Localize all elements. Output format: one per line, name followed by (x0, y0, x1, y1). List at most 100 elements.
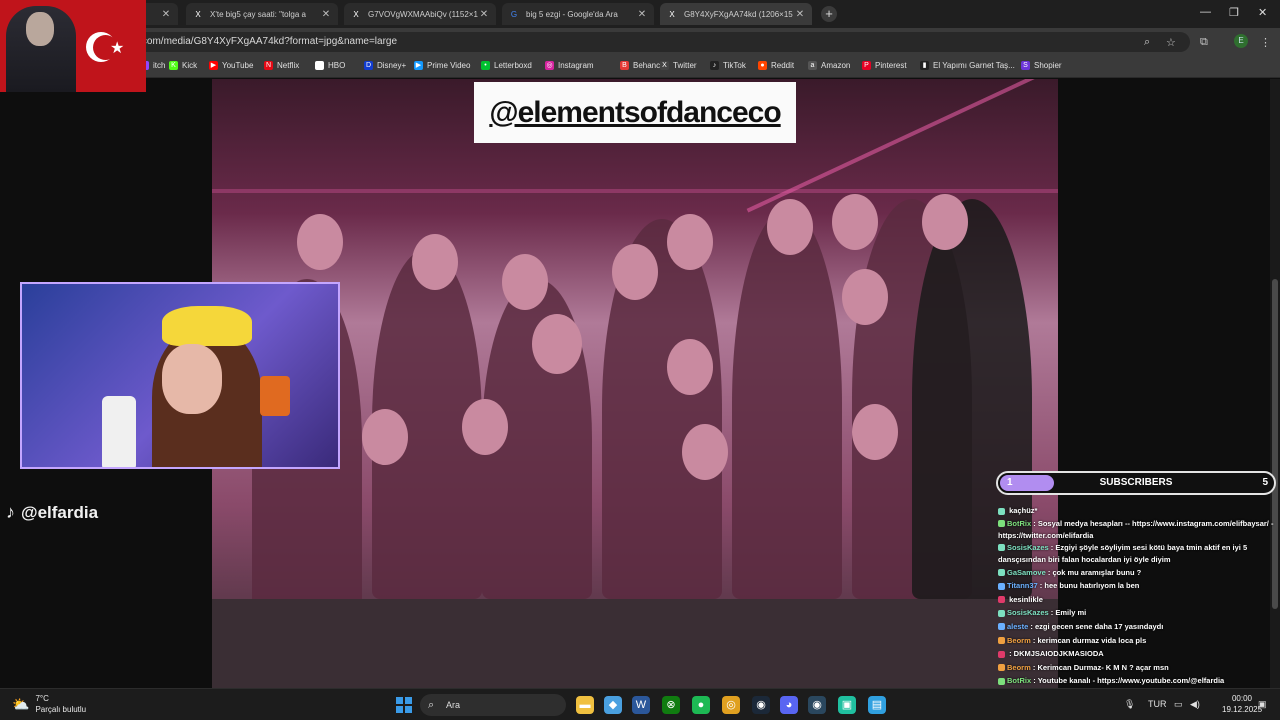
mic-icon[interactable]: 🎙 (1124, 699, 1135, 710)
bookmark-item[interactable]: K Kick (169, 61, 197, 70)
tab-close-icon[interactable]: ✕ (478, 9, 490, 20)
bookmark-item[interactable]: ♪ TikTok (710, 61, 746, 70)
tab-title: big 5 ezgi - Google'da Ara (526, 9, 618, 19)
network-icon[interactable]: ▭ (1174, 699, 1183, 710)
bookmark-label: Twitter (673, 61, 697, 70)
volume-icon[interactable]: ◀) (1190, 699, 1200, 710)
bookmark-favicon-icon: N (264, 61, 273, 70)
weather-desc: Parçalı bulutlu (35, 705, 87, 714)
copilot-icon[interactable]: ◆ (604, 696, 622, 714)
chat-badge-icon (998, 650, 1005, 658)
subscribers-goal-bar: 1 SUBSCRIBERS 5 (996, 471, 1276, 495)
bookmark-label: TikTok (723, 61, 746, 70)
bookmark-item[interactable]: P Pinterest (862, 61, 907, 70)
zoom-icon[interactable]: ⌕ (1144, 36, 1150, 49)
person (732, 209, 842, 599)
xbox-icon[interactable]: ⊗ (662, 696, 680, 714)
menu-icon[interactable]: ⋮ (1260, 36, 1271, 49)
minimize-button[interactable]: — (1200, 6, 1211, 18)
face (682, 424, 728, 480)
notepad-icon[interactable]: ▤ (868, 696, 886, 714)
tab-title: G8Y4XyFXgAA74kd (1206×15 (684, 9, 793, 19)
word-icon[interactable]: W (632, 696, 650, 714)
bookmark-item[interactable]: B Behance (620, 61, 665, 70)
weather-widget[interactable]: ⛅ 7°C Parçalı bulutlu (12, 693, 86, 715)
tab-close-icon[interactable]: ✕ (794, 9, 806, 20)
extensions-icon[interactable]: ⧉ (1200, 36, 1208, 49)
face (667, 214, 713, 270)
tiktok-icon: ♪ (6, 502, 15, 522)
bookmark-item[interactable]: ◉ HBO (315, 61, 345, 70)
chat-username: SosisKazes (1007, 542, 1049, 552)
bookmark-favicon-icon: S (1021, 61, 1030, 70)
microphone (260, 376, 290, 416)
maximize-button[interactable]: ❐ (1229, 6, 1239, 19)
portrait-face (26, 12, 54, 46)
bookmark-item[interactable]: ▶ Prime Video (414, 61, 470, 70)
file-explorer-icon[interactable]: ▬ (576, 696, 594, 714)
ceiling-truss (212, 189, 1058, 193)
bookmark-label: Prime Video (427, 61, 471, 70)
face (502, 254, 548, 310)
bookmark-label: El Yapımı Garnet Taş... (933, 61, 1015, 70)
bookmark-item[interactable]: ▶ YouTube (209, 61, 253, 70)
address-bar[interactable]: ng.com/media/G8Y4XyFXgAA74kd?format=jpg&… (118, 32, 1190, 52)
steam2-icon[interactable]: ◉ (808, 696, 826, 714)
bookmark-item[interactable]: a Amazon (808, 61, 850, 70)
chat-text: : hee bunu hatırlıyom la ben (1039, 581, 1140, 591)
tab-strip: ▾ ⬤5 Türkiye | Hazırlık Sezonu✕XX'te big… (0, 0, 1280, 28)
chat-text: : Youtube kanalı - https://www.youtube.c… (1033, 676, 1225, 686)
chat-badge-icon (998, 623, 1005, 631)
tab-close-icon[interactable]: ✕ (160, 9, 172, 20)
chat-username: aleste (1007, 621, 1029, 631)
bookmark-favicon-icon: ◎ (545, 61, 554, 70)
bookmark-label: Disney+ (377, 61, 407, 70)
bookmark-favicon-icon: ◉ (315, 61, 324, 70)
chat-message: SosisKazes : Emily mi (998, 606, 1280, 620)
start-button[interactable] (396, 697, 412, 713)
bookmark-item[interactable]: ◎ Instagram (545, 61, 594, 70)
bookmark-item[interactable]: N Netflix (264, 61, 299, 70)
chat-text: : ezgi gecen sene daha 17 yasındaydı (1030, 621, 1164, 631)
tab-close-icon[interactable]: ✕ (636, 9, 648, 20)
bookmark-label: Instagram (558, 61, 594, 70)
chat-badge-icon (998, 596, 1005, 604)
face (462, 399, 508, 455)
chat-message: kaçhüz* (998, 504, 1280, 518)
bookmark-label: Letterboxd (494, 61, 532, 70)
clock[interactable]: 00:00 19.12.2025 (1222, 693, 1262, 715)
webcam-overlay (20, 282, 340, 469)
bookmark-item[interactable]: S Shopier (1021, 61, 1062, 70)
bookmark-favicon-icon: B (620, 61, 629, 70)
bookmark-star-icon[interactable]: ☆ (1166, 36, 1176, 49)
notification-icon[interactable]: ▣ (1258, 699, 1267, 710)
bookmark-item[interactable]: ● Reddit (758, 61, 794, 70)
language-indicator[interactable]: TUR (1148, 699, 1167, 709)
new-tab-button[interactable]: + (821, 6, 837, 22)
tab-close-icon[interactable]: ✕ (320, 9, 332, 20)
browser-tab[interactable]: Gbig 5 ezgi - Google'da Ara ✕ (502, 3, 654, 25)
media-icon[interactable]: ▣ (838, 696, 856, 714)
discord-icon[interactable]: ◕ (780, 696, 798, 714)
bookmark-favicon-icon: ♪ (710, 61, 719, 70)
bookmark-item[interactable]: • Letterboxd (481, 61, 532, 70)
chat-badge-icon (998, 609, 1005, 617)
steam-icon[interactable]: ◉ (752, 696, 770, 714)
face (767, 199, 813, 255)
bookmark-item[interactable]: D Disney+ (364, 61, 406, 70)
chat-text: : DKMJSAIODJKMASIODA (1009, 649, 1104, 659)
bookmark-favicon-icon: ▮ (920, 61, 929, 70)
spotify-icon[interactable]: ● (692, 696, 710, 714)
bookmark-item[interactable]: ▮ El Yapımı Garnet Taş... (920, 61, 1015, 70)
chrome-icon[interactable]: ◎ (722, 696, 740, 714)
bookmark-item[interactable]: X Twitter (660, 61, 697, 70)
browser-tab[interactable]: X G8Y4XyFXgAA74kd (1206×15 ✕ (660, 3, 812, 25)
bookmark-favicon-icon: • (481, 61, 490, 70)
taskbar-search[interactable]: ⌕ Ara (420, 694, 566, 716)
browser-tab[interactable]: X X'te big5 çay saati: "tolga a ✕ (186, 3, 338, 25)
bookmark-favicon-icon: ● (758, 61, 767, 70)
close-window-button[interactable]: ✕ (1258, 6, 1267, 19)
browser-tab[interactable]: X G7VOVgWXMAAbiQv (1152×1 ✕ (344, 3, 496, 25)
profile-avatar[interactable]: E (1234, 34, 1248, 48)
bookmark-label: Amazon (821, 61, 851, 70)
